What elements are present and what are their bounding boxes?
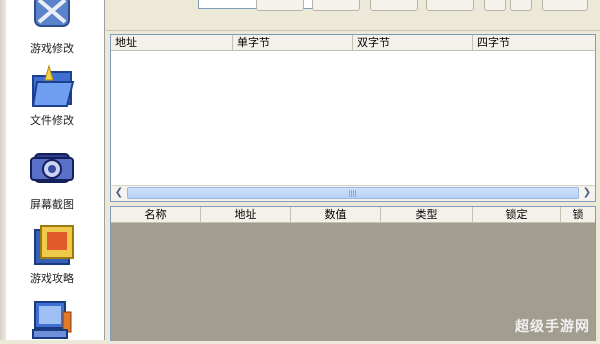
- sidebar-item-game-guide[interactable]: 游戏攻略: [0, 222, 104, 286]
- column-header-byte[interactable]: 单字节: [233, 35, 353, 50]
- toolbar-button-5[interactable]: [542, 0, 588, 11]
- column-header-value[interactable]: 数值: [291, 207, 381, 222]
- sidebar-item-screenshot[interactable]: 屏幕截图: [0, 148, 104, 212]
- scroll-right-icon[interactable]: ❯: [580, 186, 594, 200]
- toolbar-button-4[interactable]: [426, 0, 474, 11]
- toolbar-icon-button-1[interactable]: [484, 0, 506, 11]
- sidebar-item-label: 文件修改: [30, 114, 74, 127]
- horizontal-scrollbar[interactable]: ❮ ❯: [111, 185, 595, 201]
- sidebar-item-label: 屏幕截图: [30, 198, 74, 211]
- camera-icon: [30, 153, 74, 183]
- sidebar-item-file-modify[interactable]: 文件修改: [0, 64, 104, 128]
- column-header-address[interactable]: 地址: [111, 35, 233, 50]
- column-header-word[interactable]: 双字节: [353, 35, 473, 50]
- sidebar-item-game-modify[interactable]: 游戏修改: [0, 0, 104, 56]
- toolbar-icon-button-2[interactable]: [510, 0, 532, 11]
- address-table[interactable]: 地址 单字节 双字节 四字节 ❮ ❯: [110, 34, 596, 202]
- address-table-header: 地址 单字节 双字节 四字节: [111, 35, 595, 51]
- sidebar-item-computer[interactable]: [0, 298, 104, 344]
- computer-icon: [32, 301, 72, 339]
- sidebar: 游戏修改 文件修改 屏幕截图 游戏攻略: [0, 0, 105, 340]
- tools-x-icon: [34, 0, 70, 27]
- column-header-lock-extra[interactable]: 锁: [561, 207, 595, 222]
- secret-book-icon: [34, 225, 74, 265]
- toolbar-button-1[interactable]: [256, 0, 304, 11]
- toolbar-button-2[interactable]: [312, 0, 360, 11]
- toolbar: [106, 0, 600, 31]
- column-header-lock[interactable]: 锁定: [473, 207, 561, 222]
- grip-icon: [349, 190, 357, 197]
- column-header-name[interactable]: 名称: [111, 207, 201, 222]
- column-header-type[interactable]: 类型: [381, 207, 473, 222]
- column-header-dword[interactable]: 四字节: [473, 35, 595, 50]
- sidebar-item-label: 游戏攻略: [30, 272, 74, 285]
- scroll-thumb[interactable]: [127, 187, 579, 199]
- column-header-address[interactable]: 地址: [201, 207, 291, 222]
- scroll-left-icon[interactable]: ❮: [112, 186, 126, 200]
- toolbar-button-3[interactable]: [370, 0, 418, 11]
- value-list-header: 名称 地址 数值 类型 锁定 锁: [111, 207, 595, 223]
- folder-icon: [31, 64, 75, 107]
- watermark: 超级手游网: [515, 319, 590, 335]
- sidebar-item-label: 游戏修改: [30, 42, 74, 55]
